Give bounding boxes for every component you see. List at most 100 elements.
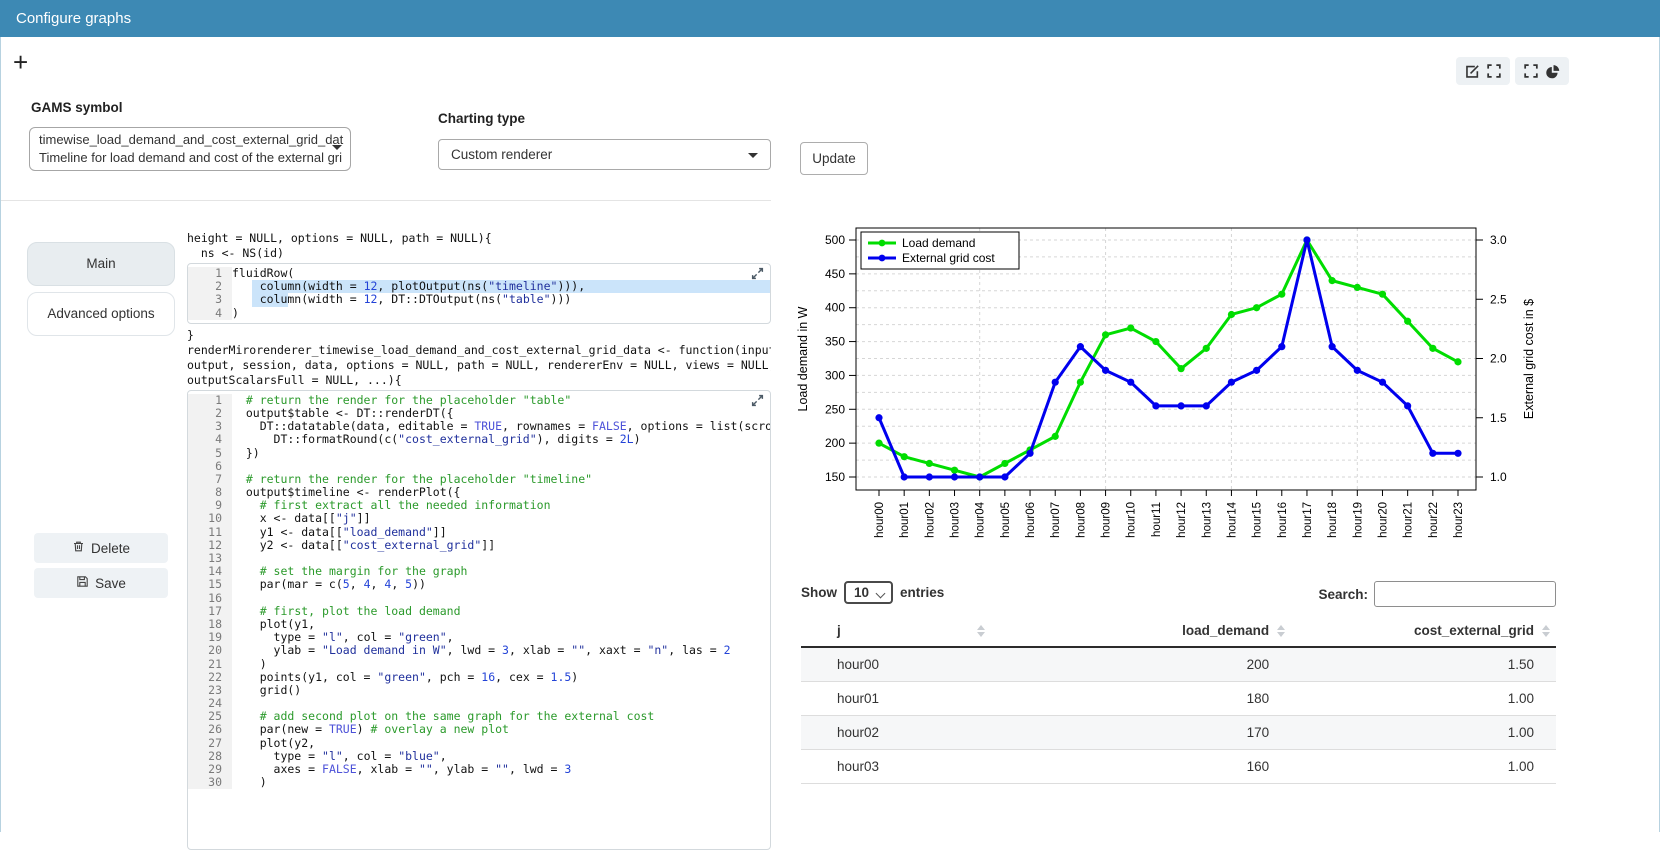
- sort-icon: [977, 625, 985, 637]
- fullscreen-icon: [1487, 64, 1501, 78]
- search-label: Search:: [1318, 587, 1368, 602]
- code-editor-ui[interactable]: 1fluidRow(2 column(width = 12, plotOutpu…: [187, 263, 771, 324]
- search-input[interactable]: [1374, 581, 1556, 607]
- column-header-cost_external_grid[interactable]: cost_external_grid: [1291, 615, 1556, 647]
- table-cell: 1.00: [1291, 682, 1556, 716]
- line-number: 7: [188, 473, 232, 486]
- update-button[interactable]: Update: [800, 142, 868, 175]
- code-line: 30 ): [188, 776, 770, 789]
- code-line: 8 output$timeline <- renderPlot({: [188, 486, 770, 499]
- column-header-load_demand[interactable]: load_demand: [991, 615, 1291, 647]
- tab-main[interactable]: Main: [27, 242, 175, 286]
- line-number: 2: [188, 280, 232, 293]
- code-line: 17 # first, plot the load demand: [188, 605, 770, 618]
- svg-text:250: 250: [825, 402, 845, 416]
- svg-text:External grid cost: External grid cost: [902, 251, 995, 265]
- table-row[interactable]: hour011801.00: [801, 682, 1556, 716]
- timeline-chart: 1502002503003504004505001.01.52.02.53.0h…: [791, 212, 1660, 568]
- code-line: 22 points(y1, col = "green", pch = 16, c…: [188, 671, 770, 684]
- section-divider: [1, 200, 771, 201]
- svg-text:hour07: hour07: [1050, 502, 1062, 538]
- pie-chart-icon: [1545, 64, 1560, 79]
- code-line: 23 grid(): [188, 684, 770, 697]
- line-number: 20: [188, 644, 232, 657]
- line-number: 21: [188, 658, 232, 671]
- code-line: 7 # return the render for the placeholde…: [188, 473, 770, 486]
- table-row[interactable]: hour021701.00: [801, 716, 1556, 750]
- fullscreen-chart-button-group[interactable]: [1515, 57, 1569, 85]
- sort-icon: [1542, 625, 1550, 637]
- edit-fullscreen-button-group[interactable]: [1456, 57, 1510, 85]
- show-label: Show: [801, 585, 837, 600]
- charting-type-label: Charting type: [438, 111, 525, 126]
- code-line: 4): [188, 307, 770, 320]
- code-line: 21 ): [188, 658, 770, 671]
- line-number: 5: [188, 447, 232, 460]
- svg-text:3.0: 3.0: [1490, 233, 1507, 247]
- svg-text:hour23: hour23: [1453, 502, 1465, 538]
- gams-symbol-select[interactable]: timewise_load_demand_and_cost_external_g…: [29, 127, 351, 171]
- svg-text:hour16: hour16: [1277, 502, 1289, 538]
- code-line: 26 par(new = TRUE) # overlay a new plot: [188, 723, 770, 736]
- tab-advanced-options[interactable]: Advanced options: [27, 292, 175, 336]
- code-text-line: height = NULL, options = NULL, path = NU…: [187, 231, 771, 246]
- delete-button[interactable]: Delete: [34, 533, 168, 563]
- svg-text:500: 500: [825, 233, 845, 247]
- svg-text:External grid cost in $: External grid cost in $: [1522, 299, 1536, 419]
- add-graph-button[interactable]: +: [13, 49, 28, 75]
- code-function-signature: }renderMirorenderer_timewise_load_demand…: [187, 328, 771, 388]
- page-length-value: 10: [854, 585, 869, 600]
- table-row[interactable]: hour031601.00: [801, 750, 1556, 784]
- configure-graphs-panel: + GAMS symbol timewise_load_demand_a: [0, 37, 1660, 832]
- svg-text:1.0: 1.0: [1490, 470, 1507, 484]
- table-cell: hour00: [801, 647, 991, 682]
- entries-label: entries: [900, 585, 944, 600]
- table-cell: 170: [991, 716, 1291, 750]
- code-line: 29 axes = FALSE, xlab = "", ylab = "", l…: [188, 763, 770, 776]
- line-number: 3: [188, 420, 232, 433]
- column-header-j[interactable]: j: [801, 615, 991, 647]
- code-line: 1 # return the render for the placeholde…: [188, 394, 770, 407]
- svg-text:hour22: hour22: [1428, 502, 1440, 538]
- save-button-label: Save: [95, 576, 126, 591]
- line-number: 26: [188, 723, 232, 736]
- table-cell: 180: [991, 682, 1291, 716]
- sort-icon: [1277, 625, 1285, 637]
- svg-text:hour13: hour13: [1201, 502, 1213, 538]
- table-cell: 1.00: [1291, 750, 1556, 784]
- table-row[interactable]: hour002001.50: [801, 647, 1556, 682]
- code-line: 25 # add second plot on the same graph f…: [188, 710, 770, 723]
- line-number: 4: [188, 307, 232, 320]
- expand-editor-icon[interactable]: [751, 267, 764, 285]
- svg-text:hour01: hour01: [899, 502, 911, 538]
- svg-text:400: 400: [825, 301, 845, 315]
- table-cell: hour02: [801, 716, 991, 750]
- save-button[interactable]: Save: [34, 568, 168, 598]
- data-table-section: Show 10 entries Search: jload_demandcost…: [801, 577, 1556, 784]
- save-icon: [76, 575, 89, 591]
- delete-button-label: Delete: [91, 541, 130, 556]
- line-number: 8: [188, 486, 232, 499]
- page-length-select[interactable]: 10: [844, 581, 893, 604]
- svg-text:450: 450: [825, 267, 845, 281]
- table-cell: 160: [991, 750, 1291, 784]
- code-line: 28 type = "l", col = "blue",: [188, 750, 770, 763]
- code-text-line: output, session, data, options = NULL, p…: [187, 358, 771, 373]
- expand-editor-icon[interactable]: [751, 394, 764, 412]
- table-cell: 1.00: [1291, 716, 1556, 750]
- code-line: 2 output$table <- DT::renderDT({: [188, 407, 770, 420]
- svg-text:350: 350: [825, 335, 845, 349]
- svg-text:hour11: hour11: [1151, 502, 1163, 537]
- edit-icon: [1465, 64, 1480, 79]
- svg-text:hour12: hour12: [1176, 502, 1188, 538]
- svg-text:hour00: hour00: [874, 502, 886, 538]
- code-line: 4 DT::formatRound(c("cost_external_grid"…: [188, 433, 770, 446]
- svg-text:2.5: 2.5: [1490, 292, 1507, 306]
- code-line: 16: [188, 592, 770, 605]
- code-line: 10 x <- data[["j"]]: [188, 512, 770, 525]
- charting-type-select[interactable]: Custom renderer: [438, 139, 771, 170]
- code-editor-render[interactable]: 1 # return the render for the placeholde…: [187, 390, 771, 851]
- timeline-chart-preview: 1502002503003504004505001.01.52.02.53.0h…: [791, 212, 1660, 568]
- code-line: 6: [188, 460, 770, 473]
- line-number: 22: [188, 671, 232, 684]
